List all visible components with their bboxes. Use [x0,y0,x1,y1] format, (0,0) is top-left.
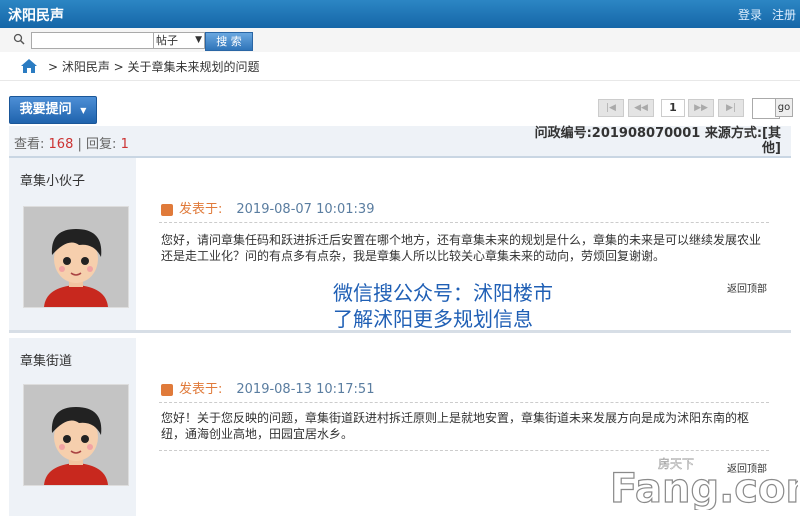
post-author-panel: 章集小伙子 [9,158,136,330]
home-icon[interactable] [20,58,38,74]
divider [159,222,769,223]
post-content: 您好，请问章集任码和跃进拆迁后安置在哪个地方，还有章集未来的规划是什么，章集的未… [161,233,762,263]
case-number: 问政编号:201908070001 来源方式:[其他] [534,126,781,156]
thread-stats-bar: 查看: 168 | 回复: 1 问政编号:201908070001 来源方式:[… [9,126,791,158]
post-meta: 发表于: 2019-08-13 10:17:51 [161,378,374,397]
account-links: 登录 注册 [728,6,796,23]
search-type-value: 帖子 [156,34,178,47]
post-author[interactable]: 章集小伙子 [20,170,85,189]
post-info-icon [161,203,173,216]
post-author-panel: 章集街道 [9,338,136,516]
search-bar: 帖子 ▼ 搜 索 [0,28,800,53]
dropdown-arrow-icon: ▼ [80,106,87,115]
promo-line-1: 微信搜公众号：沭阳楼市 [333,281,553,305]
divider [159,450,769,451]
fang-watermark-logo: 房天下 Fang.com [609,456,798,510]
post-content: 您好！关于您反映的问题，章集街道跃进村拆迁原则上是就地安置，章集街道未来发展方向… [161,411,750,441]
stats-separator: | [77,137,82,152]
replies-count: 1 [120,137,129,152]
site-title[interactable]: 沭阳民声 [8,5,64,25]
post-time: 2019-08-13 10:17:51 [236,382,375,397]
search-icon [13,33,25,45]
avatar[interactable] [23,384,129,486]
first-page-button[interactable]: |◀ [598,99,624,117]
breadcrumb: > 沭阳民声 > 关于章集未来规划的问题 [0,52,800,81]
replies-label: 回复: [86,137,117,152]
post-info-icon [161,383,173,396]
promo-text: 微信搜公众号：沭阳楼市 了解沭阳更多规划信息 [333,280,553,332]
go-button[interactable]: go [775,98,793,117]
posted-label: 发表于: [179,382,223,397]
ask-question-label: 我要提问 [19,102,72,117]
post-meta: 发表于: 2019-08-07 10:01:39 [161,198,374,217]
back-to-top-link[interactable]: 返回顶部 [727,280,767,295]
ask-question-button[interactable]: 我要提问 ▼ [9,96,97,124]
login-link[interactable]: 登录 [738,8,762,22]
views-count: 168 [48,137,74,152]
divider [159,402,769,403]
posted-label: 发表于: [179,202,223,217]
breadcrumb-trail[interactable]: > 沭阳民声 > 关于章集未来规划的问题 [48,58,260,75]
watermark-brand: Fang.com [610,466,798,510]
top-header: 沭阳民声 登录 注册 [0,0,800,28]
search-button[interactable]: 搜 索 [205,32,253,51]
promo-line-2: 了解沭阳更多规划信息 [333,307,533,331]
chevron-down-icon: ▼ [195,35,202,45]
post-author[interactable]: 章集街道 [20,350,72,369]
thread-stats: 查看: 168 | 回复: 1 [14,133,129,152]
search-input[interactable] [31,32,157,49]
avatar[interactable] [23,206,129,308]
current-page[interactable]: 1 [661,99,685,117]
search-type-select[interactable]: 帖子 ▼ [153,32,205,49]
last-page-button[interactable]: ▶| [718,99,744,117]
register-link[interactable]: 注册 [772,8,796,22]
prev-page-button[interactable]: ◀◀ [628,99,654,117]
views-label: 查看: [14,137,45,152]
next-page-button[interactable]: ▶▶ [688,99,714,117]
post-time: 2019-08-07 10:01:39 [236,202,375,217]
